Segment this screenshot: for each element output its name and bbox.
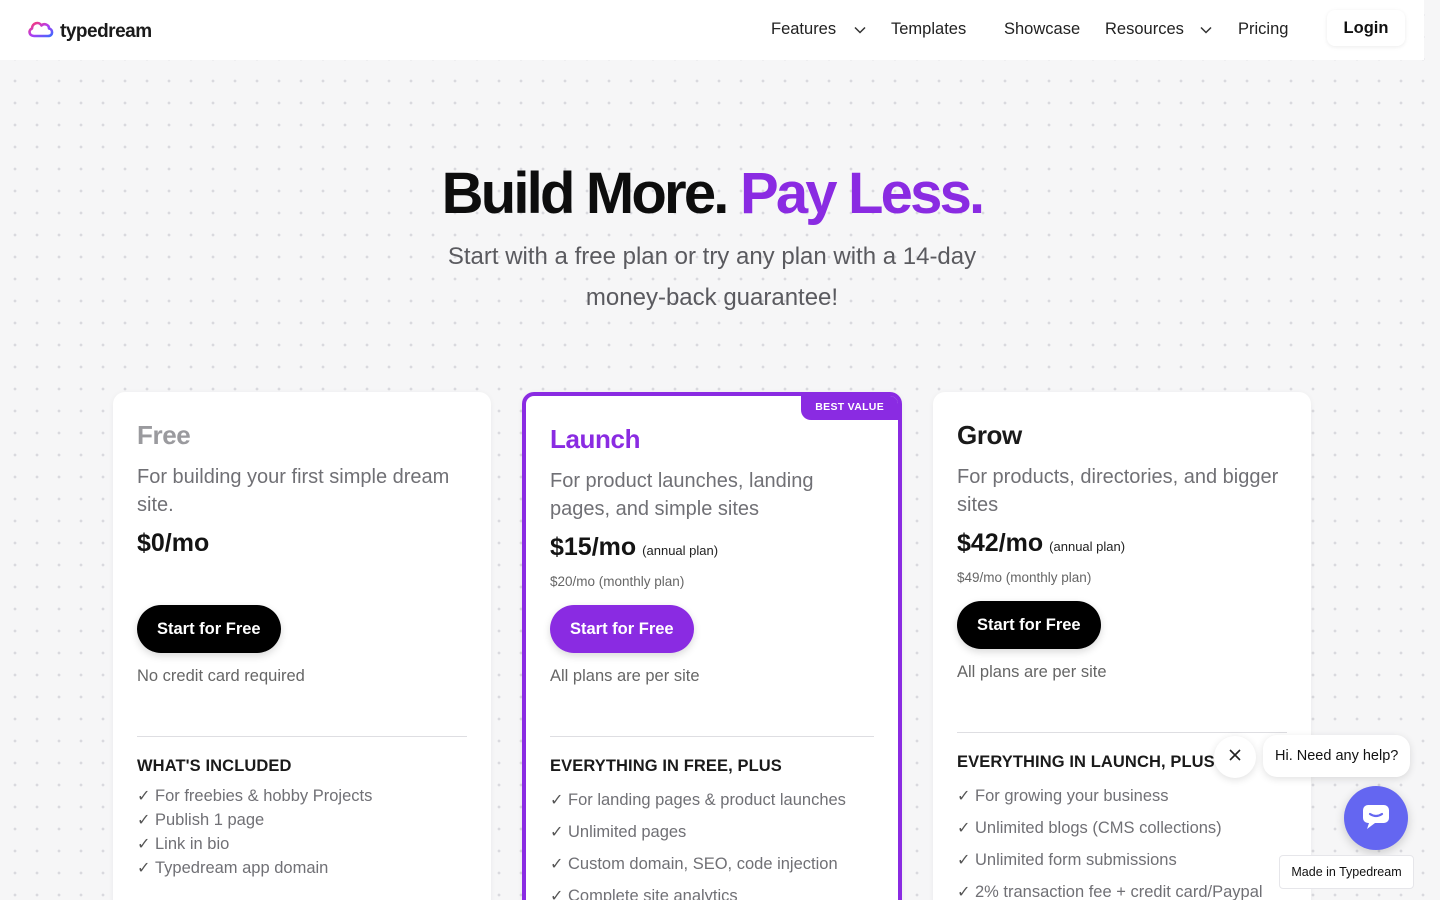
check-icon: ✓ (137, 812, 151, 829)
plan-description: For building your first simple dream sit… (137, 466, 450, 516)
feature-text: 2% transaction fee + credit card/Paypal (975, 882, 1263, 900)
list-item: ✓ Link in bio (137, 832, 467, 856)
check-icon: ✓ (957, 884, 971, 900)
check-icon: ✓ (957, 852, 971, 869)
chevron-down-icon (854, 20, 866, 39)
chat-close-button[interactable] (1214, 736, 1256, 778)
plan-card-grow: Grow For products, directories, and bigg… (933, 392, 1311, 900)
list-item: ✓ 2% transaction fee + credit card/Paypal (957, 876, 1287, 900)
list-item: ✓ Unlimited pages (550, 816, 874, 848)
nav-templates[interactable]: Templates (891, 20, 966, 39)
logo-cloud-icon (26, 18, 56, 45)
nav-pricing-label: Pricing (1238, 20, 1289, 38)
hero-subtitle: Start with a free plan or try any plan w… (447, 243, 977, 311)
feature-text: For landing pages & product launches (568, 790, 846, 809)
price-row: $15/mo (annual plan) (550, 533, 874, 562)
chat-greeting[interactable]: Hi. Need any help? (1263, 735, 1411, 777)
plan-description: For product launches, landing pages, and… (550, 470, 814, 520)
hero-title: Build More. Pay Less. (0, 160, 1424, 227)
hero-title-accent: Pay Less. (739, 161, 985, 226)
cta-note: No credit card required (137, 667, 305, 685)
feature-text: For freebies & hobby Projects (155, 786, 373, 805)
price-note: (annual plan) (642, 543, 719, 558)
chat-launcher-button[interactable] (1344, 786, 1408, 850)
list-item: ✓ Unlimited form submissions (957, 844, 1287, 876)
logo[interactable]: typedream (26, 18, 152, 45)
nav-showcase-label: Showcase (1004, 20, 1081, 38)
divider (137, 736, 467, 737)
feature-text: Publish 1 page (155, 810, 265, 829)
feature-text: Custom domain, SEO, code injection (568, 854, 838, 873)
nav-pricing[interactable]: Pricing (1238, 20, 1288, 39)
check-icon: ✓ (137, 836, 151, 853)
feature-text: Unlimited pages (568, 822, 687, 841)
feature-text: Link in bio (155, 834, 230, 853)
chat-icon (1361, 802, 1391, 835)
close-icon (1229, 748, 1241, 766)
divider (550, 736, 874, 737)
check-icon: ✓ (550, 856, 564, 873)
plan-price: $0/mo (137, 529, 210, 557)
plan-card-launch: BEST VALUE Launch For product launches, … (522, 392, 902, 900)
check-icon: ✓ (137, 788, 151, 805)
price-note: (annual plan) (1049, 539, 1126, 554)
list-item: ✓ Unlimited blogs (CMS collections) (957, 812, 1287, 844)
feature-text: Unlimited form submissions (975, 850, 1177, 869)
check-icon: ✓ (550, 824, 564, 841)
start-for-free-button[interactable]: Start for Free (957, 601, 1101, 649)
login-button[interactable]: Login (1327, 10, 1405, 46)
start-for-free-button[interactable]: Start for Free (550, 605, 694, 653)
plan-price: $42/mo (957, 529, 1044, 557)
plan-name: Launch (550, 424, 641, 454)
nav-resources[interactable]: Resources (1105, 20, 1212, 39)
feature-text: Unlimited blogs (CMS collections) (975, 818, 1222, 837)
check-icon: ✓ (957, 820, 971, 837)
feature-list: ✓ For growing your business ✓ Unlimited bl… (957, 780, 1287, 900)
divider (957, 732, 1287, 733)
check-icon: ✓ (550, 792, 564, 809)
monthly-price: $20/mo (monthly plan) (550, 574, 685, 589)
nav-features-label: Features (771, 20, 837, 38)
feature-text: Complete site analytics (568, 886, 738, 900)
list-item: ✓ For growing your business (957, 780, 1287, 812)
plan-name: Grow (957, 420, 1022, 450)
nav-features[interactable]: Features (771, 20, 866, 39)
best-value-badge: BEST VALUE (801, 396, 898, 420)
price-row: $42/mo (annual plan) (957, 529, 1287, 558)
list-item: ✓ For landing pages & product launches (550, 784, 874, 816)
check-icon: ✓ (550, 888, 564, 900)
top-navbar: typedream Features Templates Showcase Re… (0, 0, 1424, 60)
list-item: ✓ Complete site analytics (550, 880, 874, 900)
list-item: ✓ Custom domain, SEO, code injection (550, 848, 874, 880)
list-item: ✓ For freebies & hobby Projects (137, 784, 467, 808)
included-heading: EVERYTHING IN FREE, PLUS (550, 757, 782, 775)
plan-description: For products, directories, and bigger si… (957, 466, 1279, 516)
hero-title-main: Build More. (441, 161, 730, 226)
cta-note: All plans are per site (957, 663, 1107, 681)
cta-note: All plans are per site (550, 667, 700, 685)
monthly-price: $49/mo (monthly plan) (957, 570, 1092, 585)
start-for-free-button[interactable]: Start for Free (137, 605, 281, 653)
nav-showcase[interactable]: Showcase (1004, 20, 1080, 39)
feature-list: ✓ For landing pages & product launches ✓ U… (550, 784, 874, 900)
feature-text: For growing your business (975, 786, 1169, 805)
check-icon: ✓ (957, 788, 971, 805)
list-item: ✓ Typedream app domain (137, 856, 467, 880)
nav-resources-label: Resources (1105, 20, 1184, 38)
plan-name: Free (137, 420, 191, 450)
chevron-down-icon (1200, 20, 1212, 39)
feature-text: Typedream app domain (155, 858, 329, 877)
list-item: ✓ Publish 1 page (137, 808, 467, 832)
feature-list: ✓ For freebies & hobby Projects ✓ Publish … (137, 784, 467, 880)
logo-text: typedream (60, 20, 152, 42)
included-heading: WHAT'S INCLUDED (137, 757, 292, 775)
made-in-typedream-badge[interactable]: Made in Typedream (1279, 855, 1414, 889)
plan-price: $15/mo (550, 533, 637, 561)
check-icon: ✓ (137, 860, 151, 877)
price-row: $0/mo (137, 529, 467, 558)
plan-card-free: Free For building your first simple drea… (113, 392, 491, 900)
nav-templates-label: Templates (891, 20, 967, 38)
